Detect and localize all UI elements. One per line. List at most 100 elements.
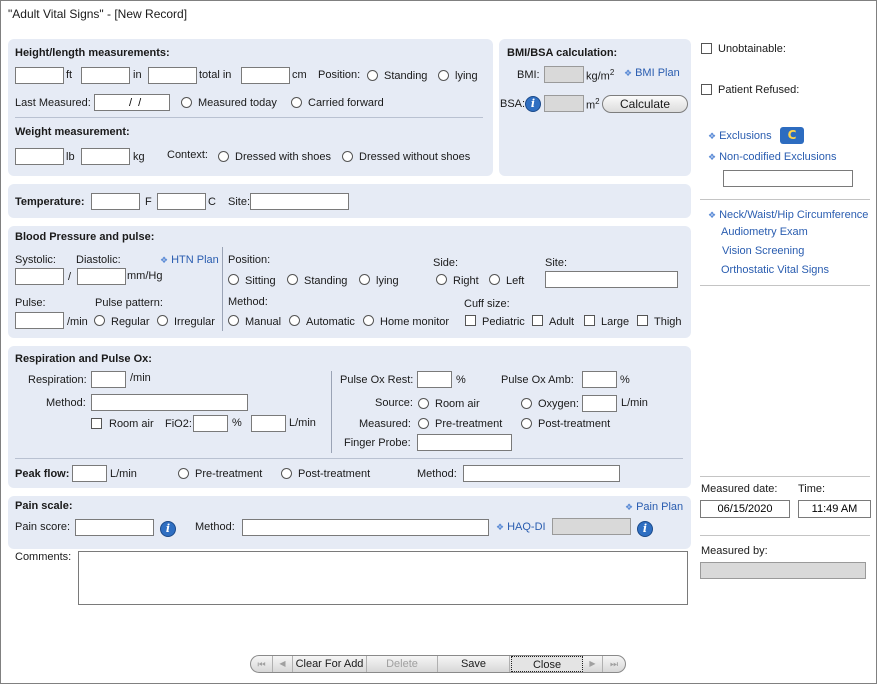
large-label: Large — [601, 316, 630, 328]
audiometry-link[interactable]: Audiometry Exam — [721, 226, 808, 238]
measured-today-radio[interactable] — [181, 97, 192, 108]
large-checkbox[interactable] — [584, 315, 595, 326]
bsa-info-icon[interactable]: i — [525, 96, 541, 112]
last-measured-date-input[interactable] — [94, 94, 170, 111]
fio2-lmin-input[interactable] — [251, 415, 286, 432]
temperature-c-input[interactable] — [157, 193, 206, 210]
source-room-air-radio[interactable] — [418, 398, 429, 409]
sitting-radio[interactable] — [228, 274, 239, 285]
pain-score-info-icon[interactable]: i — [160, 521, 176, 537]
non-codified-exclusions-link[interactable]: ❖ Non-codified Exclusions — [708, 151, 836, 163]
measured-date-input[interactable] — [700, 500, 790, 518]
prev-record-icon[interactable]: ◀ — [273, 656, 293, 672]
pulse-ox-rest-input[interactable] — [417, 371, 452, 388]
exclusions-link[interactable]: ❖ Exclusions — [708, 130, 772, 142]
comments-label: Comments: — [15, 551, 72, 563]
room-air-checkbox[interactable] — [91, 418, 102, 429]
without-shoes-radio[interactable] — [342, 151, 353, 162]
pre-treatment-radio[interactable] — [418, 418, 429, 429]
haq-di-info-icon[interactable]: i — [637, 521, 653, 537]
thigh-checkbox[interactable] — [637, 315, 648, 326]
oxygen-radio[interactable] — [521, 398, 532, 409]
irregular-radio[interactable] — [157, 315, 168, 326]
unobtainable-checkbox[interactable] — [701, 43, 712, 54]
pain-score-input[interactable] — [75, 519, 154, 536]
neck-waist-hip-link[interactable]: ❖ Neck/Waist/Hip Circumference — [708, 209, 868, 221]
weight-heading: Weight measurement: — [15, 126, 130, 138]
bp-standing-label: Standing — [304, 275, 348, 287]
non-codified-input[interactable] — [723, 170, 853, 187]
bmi-output — [544, 66, 584, 83]
pulse-ox-amb-input[interactable] — [582, 371, 617, 388]
vision-screening-link[interactable]: Vision Screening — [722, 245, 804, 257]
htn-plan-link[interactable]: ❖ HTN Plan — [160, 254, 219, 266]
diamond-icon: ❖ — [708, 131, 717, 141]
finger-probe-input[interactable] — [417, 434, 512, 451]
weight-lb-input[interactable] — [15, 148, 64, 165]
patient-refused-checkbox[interactable] — [701, 84, 712, 95]
last-record-icon[interactable]: ⏭ — [603, 656, 625, 672]
bp-site-input[interactable] — [545, 271, 678, 288]
pain-plan-text: Pain Plan — [636, 501, 684, 513]
save-button[interactable]: Save — [438, 656, 510, 672]
peak-post-treatment-radio[interactable] — [281, 468, 292, 479]
oxygen-input[interactable] — [582, 395, 617, 412]
height-lying-label: lying — [455, 70, 478, 82]
cm-label: cm — [292, 69, 307, 81]
delete-button[interactable]: Delete — [367, 656, 438, 672]
height-in-input[interactable] — [81, 67, 130, 84]
pain-method-input[interactable] — [242, 519, 489, 536]
peak-lmin-label: L/min — [110, 468, 137, 480]
respiration-per-min: /min — [130, 372, 151, 384]
pain-plan-link[interactable]: ❖ Pain Plan — [625, 501, 683, 513]
home-monitor-radio[interactable] — [363, 315, 374, 326]
cq-icon[interactable]: C — [780, 127, 804, 144]
right-radio[interactable] — [436, 274, 447, 285]
patient-refused-label: Patient Refused: — [718, 84, 800, 96]
peak-pre-treatment-radio[interactable] — [178, 468, 189, 479]
automatic-label: Automatic — [306, 316, 355, 328]
with-shoes-radio[interactable] — [218, 151, 229, 162]
peak-method-input[interactable] — [463, 465, 620, 482]
regular-radio[interactable] — [94, 315, 105, 326]
bp-heading: Blood Pressure and pulse: — [15, 231, 155, 243]
weight-kg-input[interactable] — [81, 148, 130, 165]
height-ft-input[interactable] — [15, 67, 64, 84]
height-total-in-input[interactable] — [148, 67, 197, 84]
temperature-f-input[interactable] — [91, 193, 140, 210]
manual-radio[interactable] — [228, 315, 239, 326]
pulse-ox-amb-percent: % — [620, 374, 630, 386]
measured-by-output — [700, 562, 866, 579]
haq-di-link[interactable]: ❖ HAQ-DI — [496, 521, 546, 533]
comments-textarea[interactable] — [78, 551, 688, 605]
bsa-output — [544, 95, 584, 112]
left-radio[interactable] — [489, 274, 500, 285]
temperature-site-input[interactable] — [250, 193, 349, 210]
next-record-icon[interactable]: ▶ — [583, 656, 603, 672]
pulse-input[interactable] — [15, 312, 64, 329]
calculate-button[interactable]: Calculate — [602, 95, 688, 113]
fio2-input[interactable] — [193, 415, 228, 432]
systolic-input[interactable] — [15, 268, 64, 285]
height-lying-radio[interactable] — [438, 70, 449, 81]
bp-standing-radio[interactable] — [287, 274, 298, 285]
post-treatment-radio[interactable] — [521, 418, 532, 429]
diastolic-input[interactable] — [77, 268, 126, 285]
adult-checkbox[interactable] — [532, 315, 543, 326]
pediatric-checkbox[interactable] — [465, 315, 476, 326]
respiration-input[interactable] — [91, 371, 126, 388]
first-record-icon[interactable]: ⏮ — [251, 656, 273, 672]
height-standing-radio[interactable] — [367, 70, 378, 81]
bmi-plan-link[interactable]: ❖ BMI Plan — [624, 67, 680, 79]
bp-lying-radio[interactable] — [359, 274, 370, 285]
time-input[interactable] — [798, 500, 871, 518]
close-button[interactable]: Close — [511, 656, 583, 672]
height-cm-input[interactable] — [241, 67, 290, 84]
clear-for-add-button[interactable]: Clear For Add — [293, 656, 367, 672]
peak-flow-input[interactable] — [72, 465, 107, 482]
orthostatic-link[interactable]: Orthostatic Vital Signs — [721, 264, 829, 276]
fio2-lmin-label: L/min — [289, 417, 316, 429]
automatic-radio[interactable] — [289, 315, 300, 326]
carried-forward-radio[interactable] — [291, 97, 302, 108]
resp-method-input[interactable] — [91, 394, 248, 411]
